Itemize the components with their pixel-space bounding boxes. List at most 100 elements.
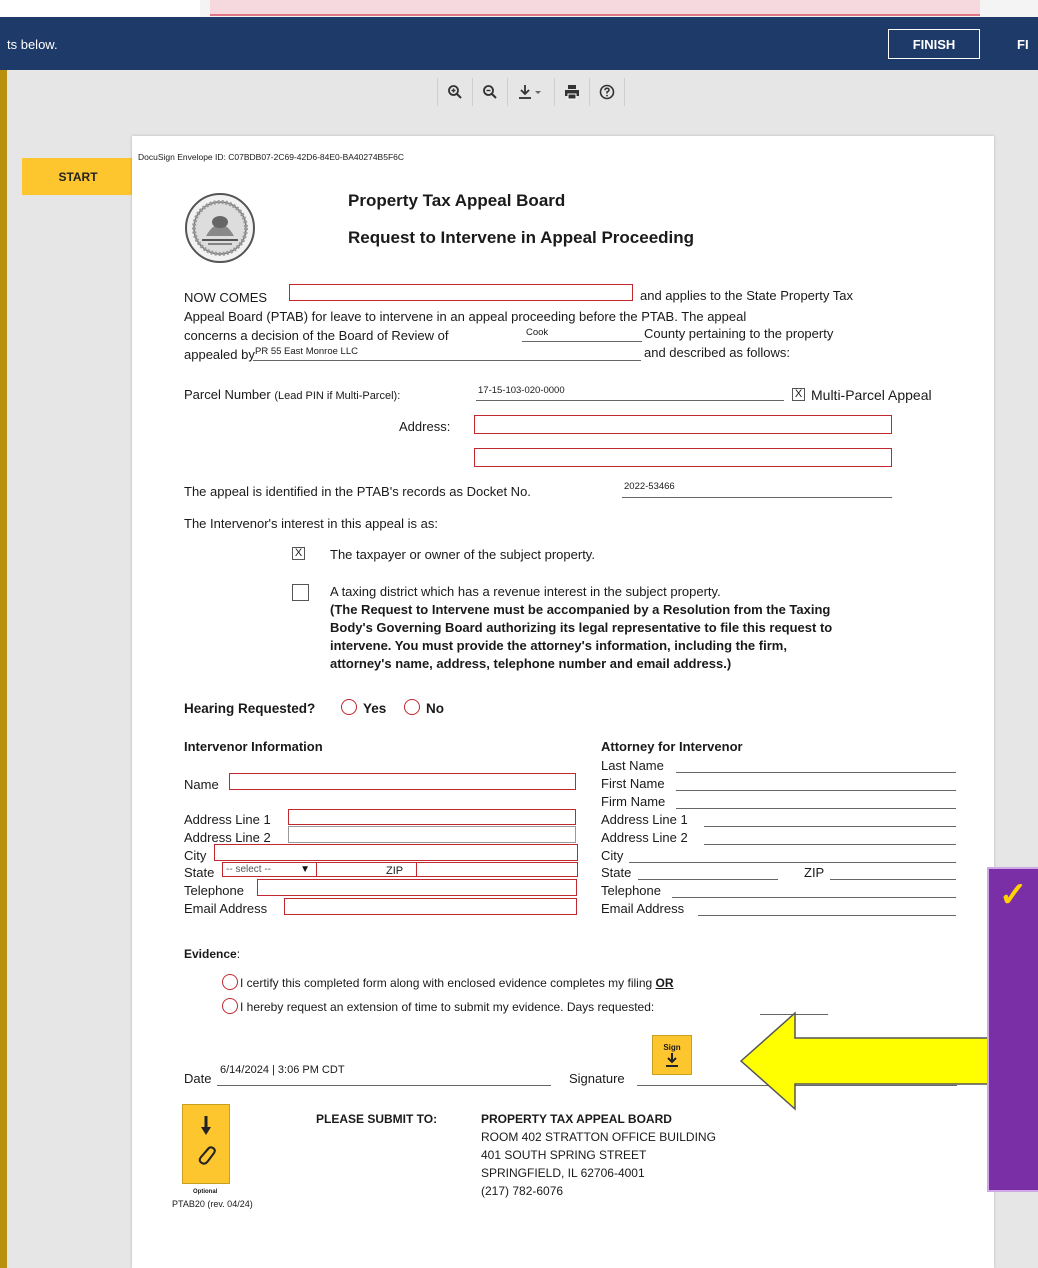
- interest-label: The Intervenor's interest in this appeal…: [184, 516, 438, 531]
- zoom-out-button[interactable]: [473, 78, 508, 106]
- att-email-label: Email Address: [601, 901, 685, 916]
- hearing-yes-radio[interactable]: [341, 699, 357, 715]
- att-firm-label: Firm Name: [601, 794, 666, 809]
- taxing-district-option-text: A taxing district which has a revenue in…: [330, 584, 721, 599]
- document-toolbar: [437, 78, 625, 108]
- para1-line3b: County pertaining to the property: [644, 326, 834, 341]
- arrow-down-icon: [201, 1116, 211, 1135]
- appellant-value: PR 55 East Monroe LLC: [255, 346, 358, 357]
- sign-here-tab[interactable]: Sign: [652, 1035, 692, 1075]
- zoom-out-icon: [483, 85, 497, 99]
- check-icon: ✓: [999, 876, 1028, 914]
- att-firm-line: [676, 794, 956, 809]
- county-value: Cook: [526, 327, 549, 338]
- multi-parcel-checkbox[interactable]: X: [792, 388, 805, 401]
- paperclip-icon: [198, 1146, 216, 1165]
- para1-line2: Appeal Board (PTAB) for leave to interve…: [184, 309, 747, 324]
- print-button[interactable]: [555, 78, 590, 106]
- att-last-line: [676, 758, 956, 773]
- header-message: ts below.: [7, 37, 58, 52]
- para1-line3a: concerns a decision of the Board of Revi…: [184, 328, 449, 343]
- att-email-line: [698, 901, 956, 916]
- int-state-select[interactable]: -- select -- ▼: [222, 862, 317, 877]
- int-zip-label: ZIP: [386, 865, 404, 877]
- zoom-in-button[interactable]: [437, 78, 473, 106]
- taxing-note-1: (The Request to Intervene must be accomp…: [330, 602, 831, 617]
- att-state-line: [638, 865, 778, 880]
- att-addr2-label: Address Line 2: [601, 830, 688, 845]
- int-zip-field[interactable]: [416, 862, 578, 877]
- state-seal-logo: [185, 193, 255, 263]
- hearing-no-radio[interactable]: [404, 699, 420, 715]
- address-label: Address:: [399, 419, 451, 434]
- int-name-label: Name: [184, 777, 219, 792]
- sign-pointer-arrow: [739, 1011, 991, 1111]
- evidence-extension-radio[interactable]: [222, 998, 238, 1014]
- para1-line4b: and described as follows:: [644, 345, 790, 360]
- attachment-tab[interactable]: [182, 1104, 230, 1184]
- evidence-complete-radio[interactable]: [222, 974, 238, 990]
- top-tab: [0, 0, 200, 17]
- form-subtitle: Request to Intervene in Appeal Proceedin…: [348, 228, 695, 247]
- taxpayer-option-text: The taxpayer or owner of the subject pro…: [330, 547, 595, 562]
- help-icon: [599, 84, 615, 100]
- att-phone-line: [672, 883, 956, 898]
- docket-value: 2022-53466: [624, 481, 675, 492]
- para1-line4a: appealed by: [184, 347, 255, 362]
- docket-label: The appeal is identified in the PTAB's r…: [184, 484, 531, 499]
- hearing-yes-label: Yes: [363, 701, 387, 716]
- sign-tab-label: Sign: [663, 1042, 681, 1052]
- multi-parcel-label: Multi-Parcel Appeal: [811, 387, 932, 403]
- submit-line-4: SPRINGFIELD, IL 62706-4001: [481, 1166, 645, 1180]
- left-edge-bar: [0, 0, 7, 1268]
- int-phone-field[interactable]: [257, 879, 577, 896]
- submit-label: PLEASE SUBMIT TO:: [316, 1112, 438, 1126]
- int-city-field[interactable]: [214, 844, 578, 861]
- address-line-1-field[interactable]: [474, 415, 892, 434]
- int-addr1-label: Address Line 1: [184, 812, 271, 827]
- att-last-label: Last Name: [601, 758, 664, 773]
- top-alert-bar: [210, 0, 980, 16]
- parcel-label: Parcel Number (Lead PIN if Multi-Parcel)…: [184, 387, 401, 402]
- evidence-label: Evidence:: [184, 947, 241, 961]
- taxing-note-2: Body's Governing Board authorizing its l…: [330, 620, 833, 635]
- date-value: 6/14/2024 | 3:06 PM CDT: [220, 1064, 345, 1076]
- att-addr1-line: [704, 812, 956, 827]
- parcel-number-value: 17-15-103-020-0000: [478, 385, 565, 396]
- submit-line-1: PROPERTY TAX APPEAL BOARD: [481, 1112, 672, 1126]
- submit-line-3: 401 SOUTH SPRING STREET: [481, 1148, 647, 1162]
- download-button[interactable]: [508, 78, 555, 106]
- intervenor-name-field[interactable]: [289, 284, 633, 301]
- attorney-heading: Attorney for Intervenor: [601, 739, 743, 754]
- finish-button[interactable]: FINISH: [888, 29, 980, 59]
- taxing-note-3: intervene. You must provide the attorney…: [330, 638, 787, 653]
- taxpayer-checkbox[interactable]: X: [292, 547, 305, 560]
- finish-button-secondary[interactable]: FI: [1017, 37, 1029, 52]
- int-name-field[interactable]: [229, 773, 576, 790]
- download-icon: [519, 85, 541, 99]
- int-state-label: State: [184, 865, 215, 880]
- attachment-optional-label: Optional: [193, 1189, 218, 1195]
- para1-text-b: and applies to the State Property Tax: [640, 288, 853, 303]
- int-addr2-label: Address Line 2: [184, 830, 271, 845]
- att-state-label: State: [601, 865, 632, 880]
- int-addr1-field[interactable]: [288, 809, 576, 825]
- form-id: PTAB20 (rev. 04/24): [172, 1199, 253, 1209]
- address-line-2-field[interactable]: [474, 448, 892, 467]
- att-city-line: [629, 848, 956, 863]
- att-addr2-line: [704, 830, 956, 845]
- taxing-district-checkbox[interactable]: [292, 584, 309, 601]
- att-first-line: [676, 776, 956, 791]
- start-button[interactable]: START: [22, 158, 134, 195]
- print-icon: [565, 85, 579, 100]
- submit-line-2: ROOM 402 STRATTON OFFICE BUILDING: [481, 1130, 716, 1144]
- int-phone-label: Telephone: [184, 883, 244, 898]
- help-button[interactable]: [590, 78, 625, 106]
- int-addr2-field[interactable]: [288, 826, 576, 843]
- chevron-down-icon: ▼: [300, 864, 310, 875]
- int-city-label: City: [184, 848, 207, 863]
- evidence-complete-text: I certify this completed form along with…: [240, 976, 674, 990]
- int-email-field[interactable]: [284, 898, 577, 915]
- zoom-in-icon: [448, 85, 462, 99]
- att-phone-label: Telephone: [601, 883, 661, 898]
